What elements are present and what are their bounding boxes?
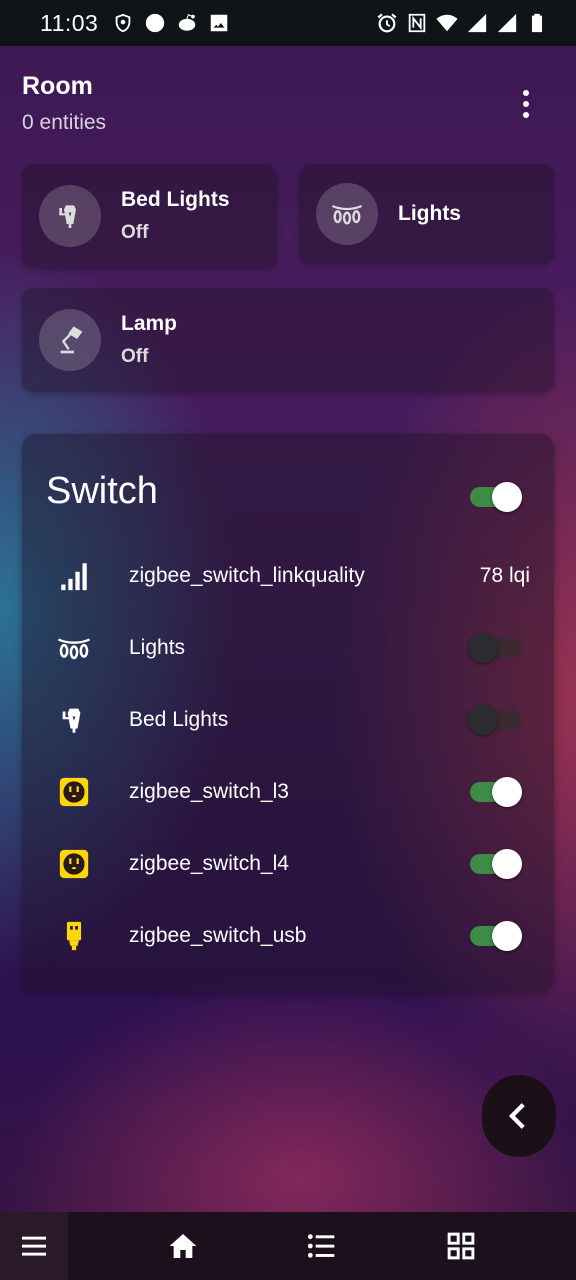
alarm-icon [376, 12, 398, 34]
power-socket-icon [56, 774, 92, 810]
list-button[interactable] [288, 1212, 354, 1280]
status-bar: 11:03 [0, 0, 576, 46]
signal-icon [466, 12, 488, 34]
shield-icon [112, 12, 134, 34]
entity-toggle[interactable] [468, 628, 524, 668]
nfc-icon [406, 12, 428, 34]
outdoor-lamp-icon [39, 185, 101, 247]
tile-name: Bed Lights [121, 188, 230, 211]
string-lights-icon [56, 630, 92, 666]
entity-name: zigbee_switch_usb [129, 924, 307, 947]
usb-plug-icon [56, 918, 92, 954]
page-subtitle: 0 entities [22, 111, 107, 134]
list-icon [307, 1234, 335, 1258]
outdoor-lamp-icon [56, 702, 92, 738]
signal-bars-icon [56, 558, 92, 594]
entity-toggle[interactable] [468, 700, 524, 740]
power-socket-icon [56, 846, 92, 882]
tile-name: Lamp [121, 312, 178, 335]
entity-row-lights[interactable]: Lights [22, 612, 554, 684]
entity-name: zigbee_switch_linkquality [129, 564, 365, 587]
home-button[interactable] [150, 1212, 216, 1280]
status-time: 11:03 [40, 9, 99, 36]
image-icon [208, 12, 230, 34]
signal-icon [496, 12, 518, 34]
entity-row-linkquality[interactable]: zigbee_switch_linkquality 78 lqi [22, 540, 554, 612]
more-vert-icon[interactable] [516, 90, 536, 118]
chevron-left-icon [508, 1103, 525, 1129]
string-lights-icon [316, 183, 378, 245]
tile-name: Lights [398, 202, 461, 225]
entity-row-usb[interactable]: zigbee_switch_usb [22, 900, 554, 972]
menu-button[interactable] [0, 1212, 68, 1280]
card-title: Switch [46, 470, 158, 512]
grid-button[interactable] [428, 1212, 494, 1280]
tile-lights[interactable]: Lights [299, 164, 554, 264]
desk-lamp-icon [39, 309, 101, 371]
entity-name: Lights [129, 636, 186, 659]
master-toggle[interactable] [468, 477, 524, 517]
entity-row-l3[interactable]: zigbee_switch_l3 [22, 756, 554, 828]
tile-bed-lights[interactable]: Bed Lights Off [22, 164, 277, 268]
entity-toggle[interactable] [468, 844, 524, 884]
entity-name: zigbee_switch_l3 [129, 780, 289, 803]
reddit-icon [176, 12, 198, 34]
circle-icon [144, 12, 166, 34]
entity-value: 78 lqi [479, 564, 530, 587]
bottom-nav [0, 1212, 576, 1280]
entity-toggle[interactable] [468, 916, 524, 956]
entity-row-l4[interactable]: zigbee_switch_l4 [22, 828, 554, 900]
switch-card: Switch zigbee_switch_linkquality 78 lqi … [22, 434, 554, 992]
wifi-icon [436, 12, 458, 34]
page-title: Room [22, 72, 93, 100]
entity-row-bed-lights[interactable]: Bed Lights [22, 684, 554, 756]
entity-toggle[interactable] [468, 772, 524, 812]
home-icon [169, 1234, 197, 1258]
entity-name: zigbee_switch_l4 [129, 852, 289, 875]
entity-name: Bed Lights [129, 708, 229, 731]
tile-state: Off [121, 222, 149, 243]
tile-lamp[interactable]: Lamp Off [22, 288, 554, 392]
grid-icon [447, 1232, 475, 1260]
tile-state: Off [121, 346, 149, 367]
back-fab-button[interactable] [482, 1075, 556, 1157]
battery-icon [526, 12, 548, 34]
menu-icon [22, 1236, 46, 1256]
page-header: Room 0 entities [22, 72, 554, 135]
